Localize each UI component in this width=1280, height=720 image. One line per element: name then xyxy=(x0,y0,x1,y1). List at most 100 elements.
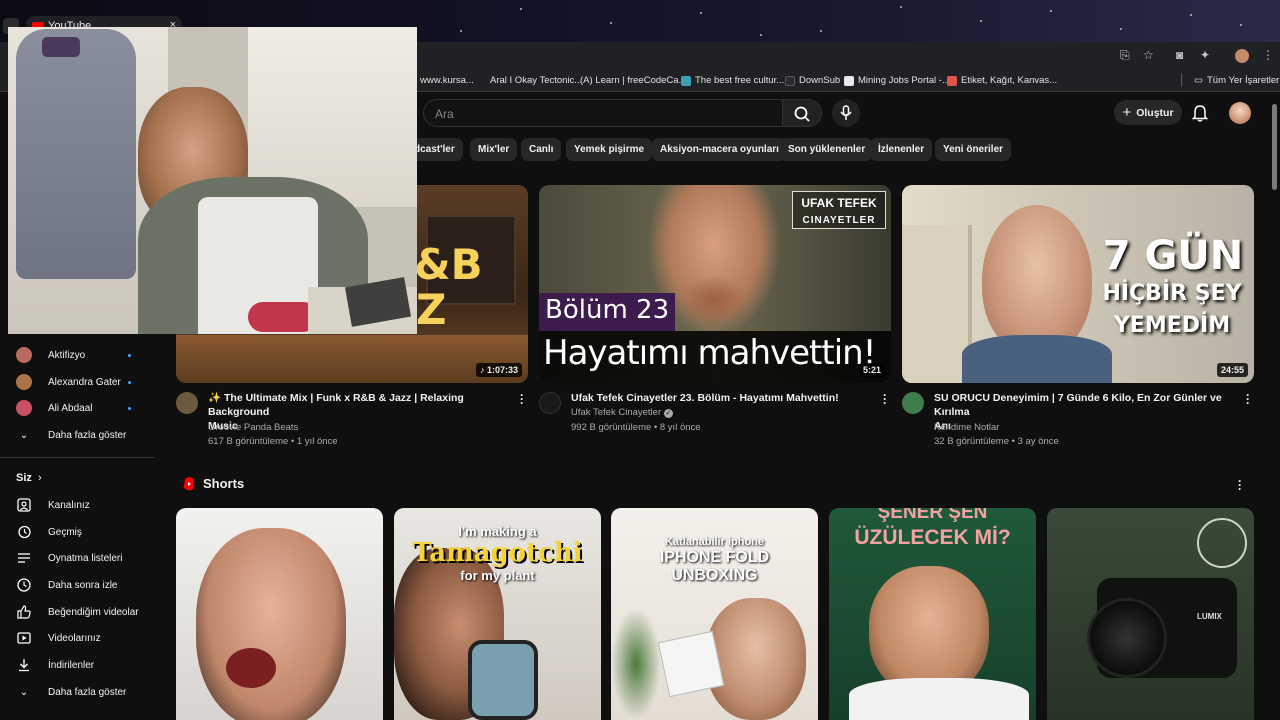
search-button[interactable] xyxy=(782,99,822,127)
chevron-down-icon: ⌄ xyxy=(19,686,29,698)
bookmark-item[interactable]: Aral I Okay Tectonic... xyxy=(490,75,582,86)
new-content-dot xyxy=(128,406,131,410)
chip-recently-uploaded[interactable]: Son yüklenenler xyxy=(780,138,874,161)
playlist-icon xyxy=(16,550,32,566)
chip-watched[interactable]: İzlenenler xyxy=(870,138,933,161)
chip-new-to-you[interactable]: Yeni öneriler xyxy=(935,138,1012,161)
voice-search-button[interactable] xyxy=(832,99,860,127)
sidebar-item-your-channel[interactable]: Kanalınız xyxy=(0,493,160,517)
thumbnail-text: Z xyxy=(416,285,447,334)
bookmark-item[interactable]: The best free cultur... xyxy=(681,75,784,86)
short-thumbnail[interactable]: Katlanabilir iphone IPHONE FOLD UNBOXING xyxy=(611,508,818,720)
video-meta: 617 B görüntüleme • 1 yıl önce xyxy=(208,436,338,447)
sidebar-item-playlists[interactable]: Oynatma listeleri xyxy=(0,546,160,570)
user-icon xyxy=(16,497,32,513)
chip-mixes[interactable]: Mix'ler xyxy=(470,138,518,161)
bookmark-item[interactable]: Mining Jobs Portal -... xyxy=(844,75,950,86)
channel-name[interactable]: Kendime Notlar xyxy=(934,420,999,435)
short-thumbnail[interactable] xyxy=(176,508,383,720)
video-thumbnail[interactable]: 7 GÜN HİÇBİR ŞEY YEMEDİM 24:55 xyxy=(902,185,1254,383)
search-icon xyxy=(794,106,810,122)
shorts-more-icon[interactable]: · · · xyxy=(1236,475,1244,495)
short-shirt xyxy=(849,678,1029,720)
duration-badge: 5:21 xyxy=(858,363,885,377)
bookmark-favicon-icon xyxy=(947,75,957,86)
sidebar-item-your-videos[interactable]: Videolarınız xyxy=(0,626,160,650)
scrollbar-thumb[interactable] xyxy=(1272,104,1277,190)
sidebar-item-history[interactable]: Geçmiş xyxy=(0,520,160,544)
thumbnail-text: 7 GÜN xyxy=(1102,233,1244,279)
sidebar-you-header[interactable]: Siz › xyxy=(0,466,160,490)
bookmark-star-icon[interactable]: ☆ xyxy=(1143,48,1154,62)
thumbnail-text: YEMEDİM xyxy=(1113,313,1231,338)
short-caption: Tamagotchi xyxy=(412,538,583,568)
notifications-button[interactable] xyxy=(1191,103,1209,128)
chip-cooking[interactable]: Yemek pişirme xyxy=(566,138,653,161)
video-meta: 32 B görüntüleme • 3 ay önce xyxy=(934,436,1059,447)
bookmark-item[interactable]: www.kursa... xyxy=(420,75,474,86)
channel-name[interactable]: Ufak Tefek Cinayetler ✓ xyxy=(571,405,673,420)
more-options-icon[interactable]: · · · xyxy=(518,389,526,409)
short-caption: IPHONE FOLD xyxy=(659,549,770,566)
episode-label: Bölüm 23 xyxy=(539,293,676,331)
install-icon[interactable]: ⎘ xyxy=(1120,48,1130,63)
thumbnail-text: &B xyxy=(414,240,483,289)
menu-dots-icon[interactable]: ⋮ xyxy=(1262,48,1274,62)
sidebar-channel-ali-abdaal[interactable]: Ali Abdaal xyxy=(0,396,160,420)
new-content-dot xyxy=(128,380,131,384)
short-mouth xyxy=(226,648,276,688)
channel-avatar[interactable] xyxy=(176,392,198,414)
chevron-right-icon: › xyxy=(38,472,42,484)
more-options-icon[interactable]: · · · xyxy=(881,389,889,409)
bookmark-item[interactable]: DownSub xyxy=(785,75,840,86)
channel-avatar[interactable] xyxy=(902,392,924,414)
sidebar-item-liked-videos[interactable]: Beğendiğim videolar xyxy=(0,600,160,624)
chip-action-adventure[interactable]: Aksiyon-macera oyunları xyxy=(652,138,787,161)
thumbnail-caption: Hayatımı mahvettin! xyxy=(539,331,891,383)
short-logo xyxy=(1197,518,1247,568)
show-logo: UFAK TEFEK CINAYETLER xyxy=(792,191,886,229)
video-thumbnail[interactable]: UFAK TEFEK CINAYETLER Bölüm 23 Hayatımı m… xyxy=(539,185,891,383)
bookmark-item[interactable]: Etiket, Kağıt, Kanvas... xyxy=(947,75,1057,86)
camera-icon[interactable]: ◙ xyxy=(1176,48,1183,62)
all-bookmarks[interactable]: ▭ Tüm Yer İşaretleri xyxy=(1194,75,1280,86)
webcam-overlay xyxy=(8,27,417,334)
more-options-icon[interactable]: · · · xyxy=(1244,389,1252,409)
extensions-icon[interactable]: ✦ xyxy=(1200,48,1210,62)
sidebar-item-watch-later[interactable]: Daha sonra izle xyxy=(0,573,160,597)
user-avatar[interactable] xyxy=(1229,102,1251,124)
short-thumbnail[interactable]: ŞENER ŞEN ÜZÜLECEK Mİ? xyxy=(829,508,1036,720)
folder-icon: ▭ xyxy=(1194,75,1203,86)
chevron-down-icon: ⌄ xyxy=(19,429,29,441)
bell-icon xyxy=(1191,105,1209,122)
video-title[interactable]: Ufak Tefek Cinayetler 23. Bölüm - Hayatı… xyxy=(571,391,876,405)
channel-avatar xyxy=(16,374,32,390)
bookmark-item[interactable]: (A) Learn | freeCodeCa... xyxy=(580,75,687,86)
short-thumbnail[interactable]: I'm making a Tamagotchi for my plant xyxy=(394,508,601,720)
thumbnail-floor xyxy=(176,335,528,383)
microphone-icon xyxy=(840,105,852,120)
search-input[interactable]: Ara xyxy=(423,99,783,127)
webcam-chair-logo xyxy=(42,37,80,57)
channel-name[interactable]: Groovie Panda Beats xyxy=(208,420,298,435)
profile-avatar-icon[interactable] xyxy=(1235,49,1249,63)
download-icon xyxy=(16,657,32,673)
sidebar-channel-aktifizyo[interactable]: Aktifizyo xyxy=(0,343,160,367)
sidebar-channel-alexandra-gater[interactable]: Alexandra Gater xyxy=(0,370,160,394)
sidebar-show-more[interactable]: ⌄ Daha fazla göster xyxy=(0,423,160,447)
sidebar-item-downloads[interactable]: İndirilenler xyxy=(0,653,160,677)
webcam-chair xyxy=(16,29,136,279)
create-button[interactable]: + Oluştur xyxy=(1114,100,1182,125)
history-icon xyxy=(16,524,32,540)
clock-icon xyxy=(16,577,32,593)
channel-avatar[interactable] xyxy=(539,392,561,414)
short-caption: I'm making a xyxy=(458,524,537,539)
chip-live[interactable]: Canlı xyxy=(521,138,562,161)
bookmark-divider xyxy=(1181,73,1182,87)
sidebar: Aktifizyo Alexandra Gater Ali Abdaal ⌄ Da… xyxy=(0,334,160,720)
sidebar-show-more-2[interactable]: ⌄ Daha fazla göster xyxy=(0,680,160,704)
bookmark-favicon-icon xyxy=(844,75,854,86)
video-meta: 992 B görüntüleme • 8 yıl önce xyxy=(571,422,701,433)
short-thumbnail[interactable]: LUMIX xyxy=(1047,508,1254,720)
page-scrollbar[interactable] xyxy=(1271,92,1277,712)
